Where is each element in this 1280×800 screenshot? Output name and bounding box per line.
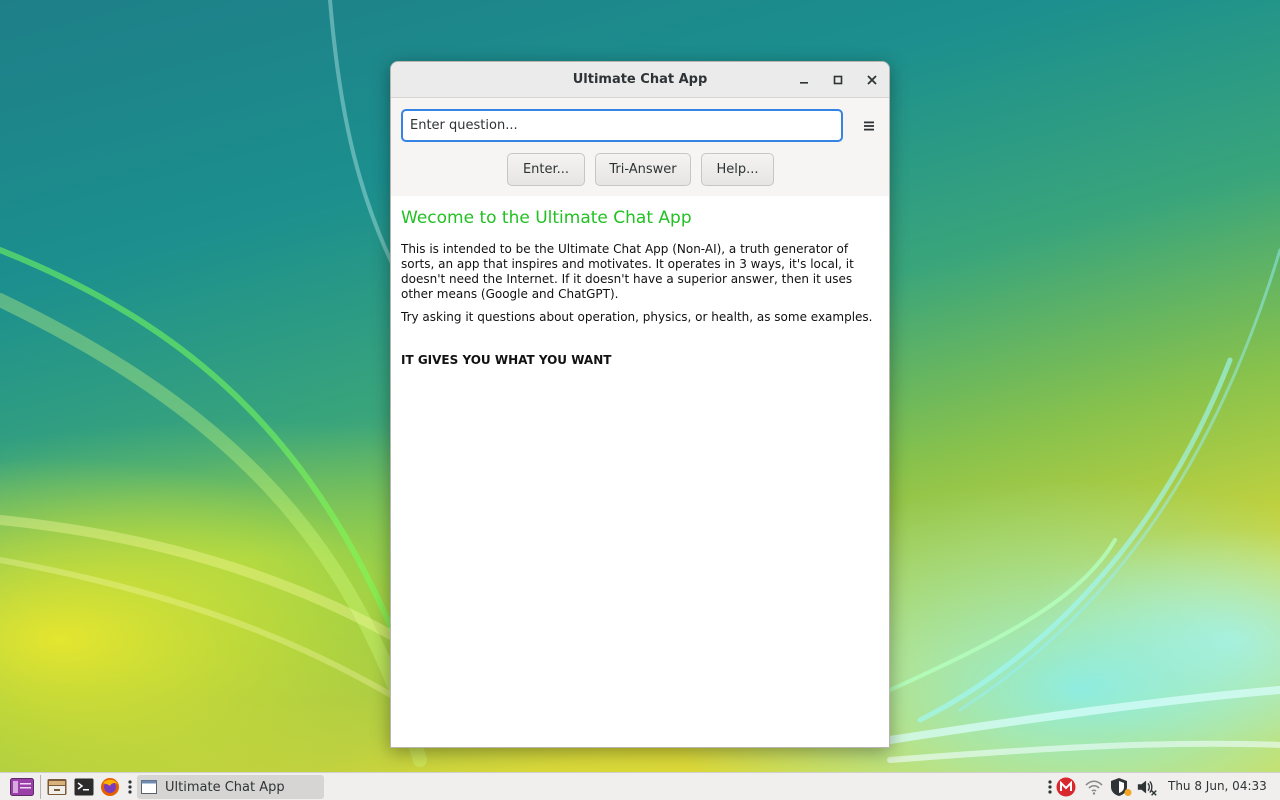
window-icon [141, 780, 157, 794]
taskbar-window-item[interactable]: Ultimate Chat App [137, 775, 324, 799]
slogan-text: IT GIVES YOU WHAT YOU WANT [401, 353, 612, 367]
mega-icon[interactable] [1055, 776, 1077, 798]
intro-paragraph: This is intended to be the Ultimate Chat… [401, 242, 854, 301]
help-button[interactable]: Help... [701, 153, 774, 186]
close-icon[interactable] [862, 70, 882, 90]
app-menu-icon[interactable] [9, 776, 35, 798]
security-shield-icon[interactable] [1110, 776, 1132, 798]
firefox-icon[interactable] [99, 776, 121, 798]
clock[interactable]: Thu 8 Jun, 04:33 [1168, 779, 1267, 793]
tri-answer-button[interactable]: Tri-Answer [595, 153, 691, 186]
welcome-heading: Wecome to the Ultimate Chat App [401, 208, 692, 228]
taskbar-window-label: Ultimate Chat App [165, 779, 285, 795]
minimize-icon[interactable] [794, 70, 814, 90]
file-manager-icon[interactable] [46, 776, 68, 798]
toolbar: Enter... Tri-Answer Help... [391, 98, 889, 196]
hint-paragraph: Try asking it questions about operation,… [401, 310, 873, 324]
enter-button[interactable]: Enter... [507, 153, 585, 186]
answer-view: Wecome to the Ultimate Chat App This is … [391, 196, 889, 379]
tray-more-icon[interactable] [1045, 776, 1055, 798]
taskbar: Ultimate Chat App Thu 8 Jun, 04:33 [0, 772, 1280, 800]
window-title: Ultimate Chat App [572, 72, 708, 87]
hamburger-menu-icon[interactable] [857, 114, 881, 138]
terminal-icon[interactable] [73, 776, 95, 798]
maximize-icon[interactable] [828, 70, 848, 90]
taskbar-separator [40, 775, 41, 799]
more-options-icon[interactable] [125, 776, 135, 798]
question-input[interactable] [401, 109, 843, 142]
title-bar[interactable]: Ultimate Chat App [391, 62, 889, 98]
wifi-icon[interactable] [1083, 776, 1105, 798]
volume-muted-icon[interactable] [1136, 776, 1158, 798]
app-window: Ultimate Chat App Enter... Tri-Answer He… [390, 61, 890, 748]
